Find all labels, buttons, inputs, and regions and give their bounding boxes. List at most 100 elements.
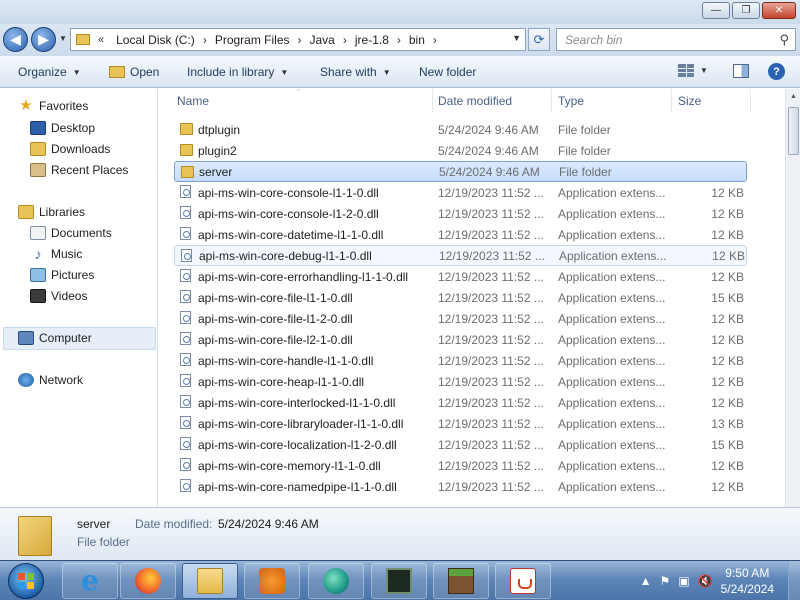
file-row[interactable]: api-ms-win-core-errorhandling-l1-1-0.dll… [174, 266, 747, 287]
nav-downloads[interactable]: Downloads [30, 142, 110, 156]
file-row[interactable]: api-ms-win-core-heap-l1-1-0.dll 12/19/202… [174, 371, 747, 392]
taskbar-internet-explorer[interactable]: e [62, 563, 118, 599]
vertical-scrollbar[interactable]: ▲ [785, 89, 800, 507]
terminal-icon [386, 568, 412, 594]
folder-row[interactable]: dtplugin 5/24/2024 9:46 AM File folder [174, 119, 747, 140]
preview-pane-icon[interactable] [733, 64, 749, 78]
folder-row[interactable]: plugin2 5/24/2024 9:46 AM File folder [174, 140, 747, 161]
chevron-down-icon: ▼ [280, 67, 289, 77]
details-date-value: 5/24/2024 9:46 AM [218, 517, 319, 531]
file-type: Application extens... [558, 395, 666, 410]
file-row[interactable]: api-ms-win-core-libraryloader-l1-1-0.dll… [174, 413, 747, 434]
taskbar-windows-explorer[interactable] [182, 563, 238, 599]
show-hidden-icons-icon[interactable]: ▲ [640, 574, 652, 588]
column-divider[interactable] [551, 89, 552, 112]
nav-desktop[interactable]: Desktop [30, 121, 95, 135]
file-row[interactable]: api-ms-win-core-console-l1-2-0.dll 12/19/… [174, 203, 747, 224]
column-header-date-modified[interactable]: Date modified [438, 89, 550, 112]
nav-computer[interactable]: Computer [18, 331, 92, 345]
breadcrumb-separator-icon[interactable]: › [433, 33, 437, 47]
organize-button[interactable]: Organize ▼ [18, 65, 81, 79]
file-row[interactable]: api-ms-win-core-handle-l1-1-0.dll 12/19/2… [174, 350, 747, 371]
maximize-button[interactable]: ❐ [732, 2, 760, 19]
volume-muted-icon[interactable]: 🔇 [698, 574, 713, 588]
file-row[interactable]: api-ms-win-core-file-l1-1-0.dll 12/19/202… [174, 287, 747, 308]
nav-libraries[interactable]: Libraries [18, 205, 85, 219]
window-controls: — ❐ ✕ [702, 2, 796, 19]
address-bar[interactable]: « Local Disk (C:) › Program Files › Java… [70, 28, 526, 51]
scrollbar-thumb[interactable] [788, 107, 799, 155]
change-view-button[interactable]: ▼ [678, 64, 708, 77]
file-row[interactable]: api-ms-win-core-file-l2-1-0.dll 12/19/202… [174, 329, 747, 350]
file-name: api-ms-win-core-console-l1-2-0.dll [198, 206, 379, 221]
file-row[interactable]: api-ms-win-core-debug-l1-1-0.dll 12/19/20… [174, 245, 747, 266]
breadcrumb-jre[interactable]: jre-1.8 [355, 33, 389, 47]
share-with-button[interactable]: Share with ▼ [320, 65, 391, 79]
search-icon[interactable]: ⚲ [779, 32, 789, 48]
back-button[interactable]: ◀ [3, 27, 28, 52]
nav-videos[interactable]: Videos [30, 289, 87, 303]
scroll-up-icon[interactable]: ▲ [786, 89, 800, 104]
column-divider[interactable] [671, 89, 672, 112]
column-header-size[interactable]: Size [678, 89, 748, 112]
breadcrumb-separator-icon[interactable]: › [343, 33, 347, 47]
file-row[interactable]: api-ms-win-core-localization-l1-2-0.dll 1… [174, 434, 747, 455]
include-in-library-button[interactable]: Include in library ▼ [187, 65, 288, 79]
column-divider[interactable] [750, 89, 751, 112]
taskbar-firefox[interactable] [120, 563, 176, 599]
column-header-type[interactable]: Type [558, 89, 670, 112]
nav-documents[interactable]: Documents [30, 226, 112, 240]
view-icon [678, 64, 694, 77]
dll-file-icon [180, 227, 191, 240]
taskbar-java[interactable] [495, 563, 551, 599]
file-row[interactable]: api-ms-win-core-file-l1-2-0.dll 12/19/202… [174, 308, 747, 329]
nav-label: Libraries [39, 205, 86, 219]
network-status-icon[interactable]: ▣ [678, 574, 689, 588]
file-row[interactable]: api-ms-win-core-memory-l1-1-0.dll 12/19/2… [174, 455, 747, 476]
folder-row[interactable]: server 5/24/2024 9:46 AM File folder [174, 161, 747, 182]
column-header-name[interactable]: Name [177, 89, 433, 112]
taskbar-media-player[interactable] [244, 563, 300, 599]
action-center-flag-icon[interactable]: ⚑ [660, 574, 671, 588]
start-button[interactable] [8, 563, 44, 599]
breadcrumb-separator-icon[interactable]: › [203, 33, 207, 47]
taskbar-terminal[interactable] [371, 563, 427, 599]
minimize-button[interactable]: — [702, 2, 730, 19]
dll-file-icon [180, 206, 191, 219]
nav-recent-places[interactable]: Recent Places [30, 163, 128, 177]
breadcrumb-local-disk[interactable]: Local Disk (C:) [116, 33, 195, 47]
breadcrumb-program-files[interactable]: Program Files [215, 33, 290, 47]
breadcrumb-bin[interactable]: bin [409, 33, 425, 47]
show-desktop-button[interactable] [788, 561, 800, 600]
chevron-down-icon[interactable]: ▼ [700, 66, 708, 75]
refresh-button[interactable]: ⟳ [528, 28, 550, 51]
new-folder-button[interactable]: New folder [419, 65, 476, 79]
java-icon [510, 568, 536, 594]
file-row[interactable]: api-ms-win-core-datetime-l1-1-0.dll 12/19… [174, 224, 747, 245]
close-button[interactable]: ✕ [762, 2, 796, 19]
address-dropdown-icon[interactable]: ▼ [512, 33, 521, 43]
nav-pictures[interactable]: Pictures [30, 268, 94, 282]
nav-music[interactable]: ♪ Music [30, 247, 83, 261]
breadcrumb-separator-icon[interactable]: › [397, 33, 401, 47]
taskbar-fish-app[interactable] [308, 563, 364, 599]
nav-network[interactable]: Network [18, 373, 83, 387]
file-row[interactable]: api-ms-win-core-interlocked-l1-1-0.dll 12… [174, 392, 747, 413]
clock[interactable]: 9:50 AM 5/24/2024 [721, 565, 774, 597]
file-row[interactable]: api-ms-win-core-namedpipe-l1-1-0.dll 12/1… [174, 476, 747, 497]
taskbar-minecraft[interactable] [433, 563, 489, 599]
file-row[interactable]: api-ms-win-core-console-l1-1-0.dll 12/19/… [174, 182, 747, 203]
nav-label: Documents [51, 226, 112, 240]
nav-favorites[interactable]: ★ Favorites [18, 98, 88, 113]
open-button[interactable]: Open [109, 65, 159, 79]
file-type: File folder [559, 164, 612, 179]
breadcrumb-separator-icon[interactable]: › [298, 33, 302, 47]
search-box[interactable]: Search bin ⚲ [556, 28, 796, 51]
column-divider[interactable] [432, 89, 433, 112]
help-icon[interactable]: ? [768, 63, 785, 80]
forward-button[interactable]: ▶ [31, 27, 56, 52]
recent-pages-dropdown-icon[interactable]: ▼ [59, 34, 67, 43]
search-input[interactable]: Search bin [557, 33, 779, 47]
downloads-folder-icon [30, 142, 46, 156]
breadcrumb-java[interactable]: Java [310, 33, 335, 47]
